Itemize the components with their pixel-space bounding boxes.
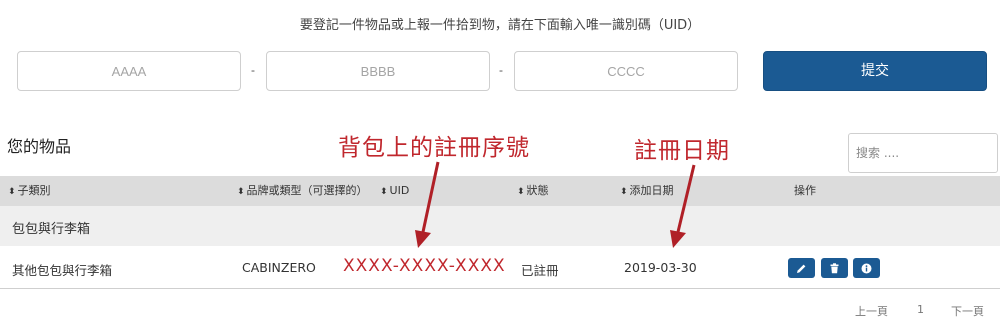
annotation-arrows bbox=[415, 161, 696, 248]
annotation-arrowhead bbox=[670, 230, 686, 248]
annotation-arrowhead bbox=[415, 230, 431, 248]
annotation-arrow bbox=[421, 161, 440, 233]
annotation-arrow bbox=[676, 164, 696, 233]
